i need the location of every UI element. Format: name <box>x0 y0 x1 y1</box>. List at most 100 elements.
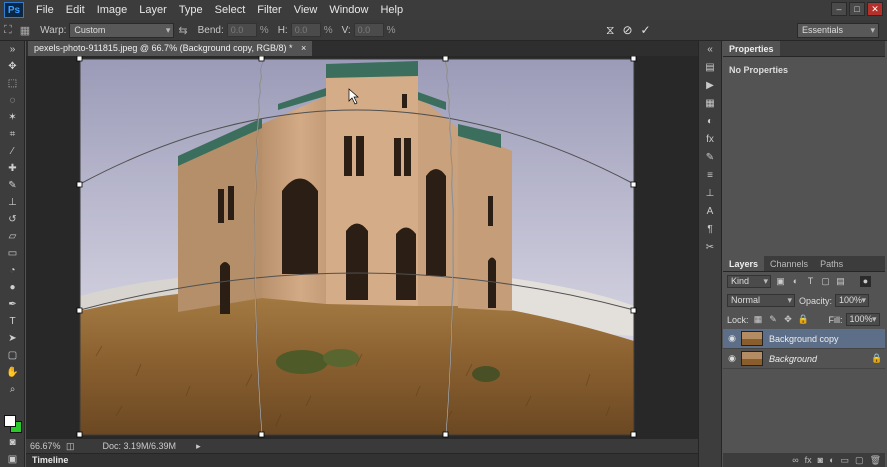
new-layer-icon[interactable]: ▢ <box>855 455 864 466</box>
tab-layers[interactable]: Layers <box>723 256 765 271</box>
swatches-panel-icon[interactable]: ▦ <box>699 95 721 113</box>
clone-stamp-tool-icon[interactable]: ⊥ <box>0 194 25 211</box>
status-expand-icon[interactable]: ▸ <box>196 441 201 452</box>
document-tab-close[interactable]: × <box>301 43 306 53</box>
lock-image-icon[interactable]: ✎ <box>768 314 779 325</box>
v-distortion-input[interactable]: 0.0 <box>353 23 384 37</box>
add-mask-icon[interactable]: ◙ <box>818 455 823 465</box>
screen-mode-icon[interactable]: ▣ <box>0 451 25 467</box>
maximize-button[interactable]: □ <box>849 2 865 16</box>
hand-tool-icon[interactable]: ✋ <box>0 364 25 381</box>
layer-row-background[interactable]: ◉ Background 🔒 <box>723 349 885 369</box>
gradient-tool-icon[interactable]: ▭ <box>0 245 25 262</box>
healing-brush-tool-icon[interactable]: ✚ <box>0 160 25 177</box>
filter-toggle-icon[interactable]: ● <box>860 276 871 287</box>
fill-input[interactable]: 100% <box>845 313 880 326</box>
magic-wand-tool-icon[interactable]: ✶ <box>0 109 25 126</box>
tab-paths[interactable]: Paths <box>814 256 849 271</box>
eraser-tool-icon[interactable]: ▱ <box>0 228 25 245</box>
pixel-filter-icon[interactable]: ▣ <box>775 276 786 287</box>
menu-image[interactable]: Image <box>91 0 134 20</box>
canvas-area[interactable] <box>26 56 698 439</box>
visibility-eye-icon[interactable]: ◉ <box>723 333 741 344</box>
link-layers-icon[interactable]: ∞ <box>792 455 798 465</box>
layer-kind-filter[interactable]: Kind <box>727 275 771 288</box>
menu-select[interactable]: Select <box>209 0 252 20</box>
menu-layer[interactable]: Layer <box>133 0 173 20</box>
pen-tool-icon[interactable]: ✒ <box>0 296 25 313</box>
commit-transform-icon[interactable]: ✓ <box>641 23 651 38</box>
path-selection-tool-icon[interactable]: ➤ <box>0 330 25 347</box>
minimize-button[interactable]: – <box>831 2 847 16</box>
new-group-icon[interactable]: ▭ <box>841 455 850 466</box>
opacity-input[interactable]: 100% <box>835 294 870 307</box>
paragraph-panel-icon[interactable]: ¶ <box>699 221 721 239</box>
dodge-tool-icon[interactable]: ● <box>0 279 25 296</box>
history-brush-tool-icon[interactable]: ↺ <box>0 211 25 228</box>
type-tool-icon[interactable]: T <box>0 313 25 330</box>
lock-transparent-icon[interactable]: ▦ <box>753 314 764 325</box>
reference-point-icon[interactable]: ▦ <box>20 24 30 37</box>
clone-source-panel-icon[interactable]: ⊥ <box>699 185 721 203</box>
layer-row-background-copy[interactable]: ◉ Background copy <box>723 329 885 349</box>
crop-tool-icon[interactable]: ⌗ <box>0 126 25 143</box>
menu-type[interactable]: Type <box>173 0 209 20</box>
tab-properties[interactable]: Properties <box>723 41 780 56</box>
lock-all-icon[interactable]: 🔒 <box>798 314 809 325</box>
close-button[interactable]: ✕ <box>867 2 883 16</box>
lasso-tool-icon[interactable]: ◌ <box>0 92 25 109</box>
zoom-level[interactable]: 66.67% <box>30 441 66 451</box>
timeline-tab[interactable]: Timeline <box>26 453 698 467</box>
tab-channels[interactable]: Channels <box>764 256 814 271</box>
collapse-tools-icon[interactable]: » <box>0 41 25 58</box>
smart-object-filter-icon[interactable]: ▤ <box>835 276 846 287</box>
add-layer-style-icon[interactable]: fx <box>805 455 812 465</box>
bend-input[interactable]: 0.0 <box>226 23 257 37</box>
menu-view[interactable]: View <box>288 0 324 20</box>
zoom-tool-icon[interactable]: ⌕ <box>0 381 25 398</box>
adjustments-panel-icon[interactable]: ◐ <box>699 113 721 131</box>
delete-layer-icon[interactable]: 🗑 <box>870 455 881 466</box>
workspace-select[interactable]: Essentials <box>797 23 879 38</box>
shape-tool-icon[interactable]: ▢ <box>0 347 25 364</box>
menu-file[interactable]: File <box>30 0 60 20</box>
eyedropper-tool-icon[interactable]: ⁄ <box>0 143 25 160</box>
layer-thumbnail <box>741 351 763 366</box>
menu-filter[interactable]: Filter <box>251 0 287 20</box>
actions-panel-icon[interactable]: ▶ <box>699 77 721 95</box>
character-panel-icon[interactable]: A <box>699 203 721 221</box>
warp-style-select[interactable]: Custom <box>69 22 175 38</box>
collapse-dock-icon[interactable]: « <box>699 41 721 59</box>
adjustment-filter-icon[interactable]: ◐ <box>790 276 801 287</box>
blur-tool-icon[interactable]: ◔ <box>0 262 25 279</box>
warp-orientation-icon[interactable]: ⇆ <box>178 24 187 37</box>
visibility-eye-icon[interactable]: ◉ <box>723 353 741 364</box>
styles-panel-icon[interactable]: fx <box>699 131 721 149</box>
transform-tool-icon[interactable]: ⛶ <box>4 24 12 37</box>
h-distortion-input[interactable]: 0.0 <box>290 23 321 37</box>
menu-help[interactable]: Help <box>374 0 409 20</box>
foreground-color-swatch[interactable] <box>4 415 16 427</box>
marquee-tool-icon[interactable]: ⬚ <box>0 75 25 92</box>
menu-window[interactable]: Window <box>323 0 374 20</box>
warped-photo[interactable] <box>26 56 698 439</box>
document-tab[interactable]: pexels-photo-911815.jpeg @ 66.7% (Backgr… <box>28 41 313 56</box>
type-filter-icon[interactable]: T <box>805 276 816 287</box>
layer-name[interactable]: Background <box>769 354 871 364</box>
brush-panel-icon[interactable]: ✎ <box>699 149 721 167</box>
shape-filter-icon[interactable]: ▢ <box>820 276 831 287</box>
brush-tool-icon[interactable]: ✎ <box>0 177 25 194</box>
lock-position-icon[interactable]: ✥ <box>783 314 794 325</box>
status-menu-icon[interactable]: ◫ <box>66 441 75 452</box>
history-panel-icon[interactable]: ▤ <box>699 59 721 77</box>
toggle-warp-icon[interactable]: ⧖ <box>606 23 614 38</box>
move-tool-icon[interactable]: ✥ <box>0 58 25 75</box>
tool-presets-panel-icon[interactable]: ✂ <box>699 239 721 257</box>
cancel-transform-icon[interactable]: ⊘ <box>622 23 632 38</box>
layer-name[interactable]: Background copy <box>769 334 885 344</box>
menu-edit[interactable]: Edit <box>60 0 91 20</box>
new-adjustment-layer-icon[interactable]: ◐ <box>829 455 834 465</box>
blend-mode-select[interactable]: Normal <box>727 294 795 307</box>
quick-mask-icon[interactable]: ◙ <box>0 434 25 451</box>
brush-presets-panel-icon[interactable]: ≡ <box>699 167 721 185</box>
